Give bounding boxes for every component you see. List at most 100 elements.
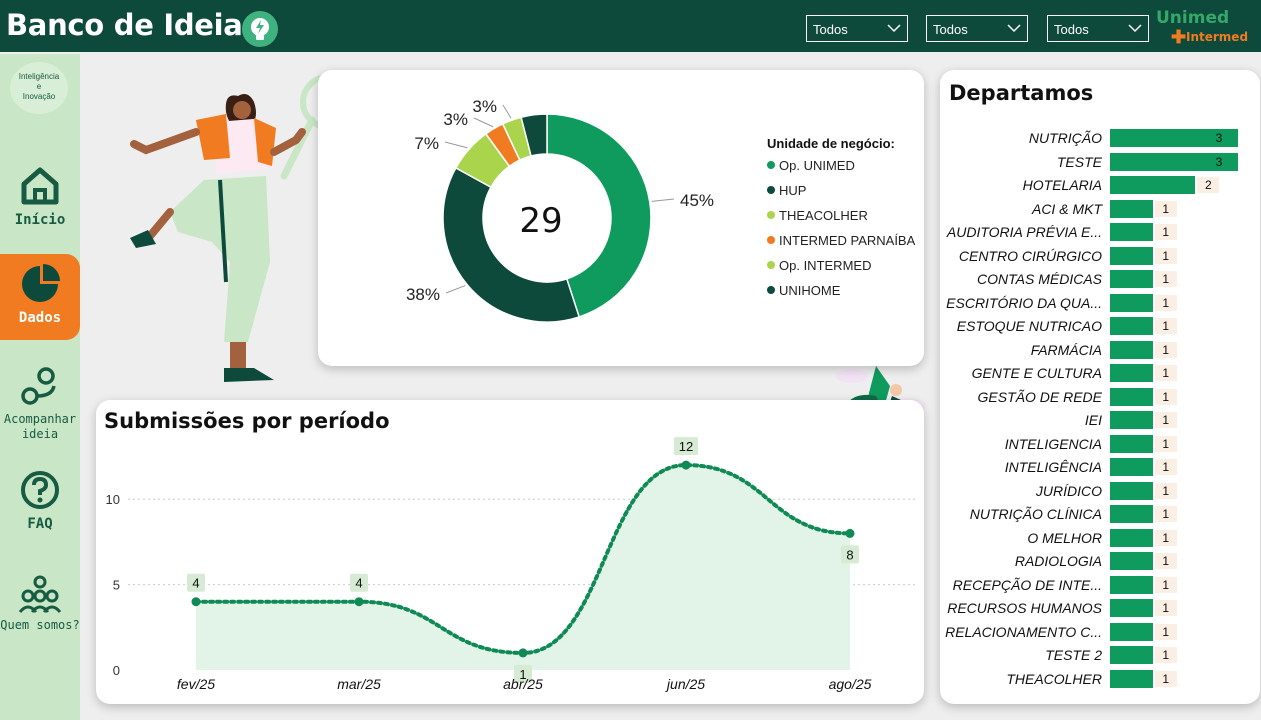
department-row[interactable]: NUTRIÇÃO CLÍNICA 1	[940, 504, 1260, 524]
department-row[interactable]: INTELIGENCIA 1	[940, 434, 1260, 454]
department-row[interactable]: NUTRIÇÃO 3	[940, 128, 1260, 148]
department-row[interactable]: RADIOLOGIA 1	[940, 551, 1260, 571]
donut-slice-label: 45%	[680, 191, 714, 210]
department-label: O MELHOR	[1027, 529, 1102, 546]
department-row[interactable]: CENTRO CIRÚRGICO 1	[940, 246, 1260, 266]
department-value: 2	[1197, 177, 1220, 193]
legend-label: HUP	[779, 183, 807, 198]
page-title: Banco de Ideias	[6, 8, 260, 42]
legend-item[interactable]: INTERMED PARNAÍBA	[767, 233, 915, 248]
unimed-logo: Unimed	[1156, 8, 1230, 28]
department-label: RECEPÇÃO DE INTE...	[952, 576, 1102, 593]
data-point[interactable]	[191, 597, 201, 607]
department-label: THEACOLHER	[1006, 670, 1102, 687]
department-value: 1	[1154, 412, 1177, 428]
header-bar: Banco de Ideias Todos Todos Todos Unimed…	[0, 0, 1261, 52]
department-row[interactable]: GESTÃO DE REDE 1	[940, 387, 1260, 407]
legend-item[interactable]: Op. INTERMED	[767, 258, 871, 273]
department-value: 1	[1154, 647, 1177, 663]
department-value: 1	[1154, 553, 1177, 569]
department-row[interactable]: RECEPÇÃO DE INTE... 1	[940, 575, 1260, 595]
department-value: 1	[1154, 670, 1177, 687]
legend-dot-icon	[767, 186, 775, 194]
department-row[interactable]: AUDITORIA PRÉVIA E... 1	[940, 222, 1260, 242]
department-row[interactable]: ESCRITÓRIO DA QUA... 1	[940, 293, 1260, 313]
data-point[interactable]	[681, 460, 691, 470]
donut-slice[interactable]	[442, 166, 581, 323]
intermed-logo: Intermed	[1186, 30, 1249, 44]
legend-item[interactable]: THEACOLHER	[767, 208, 868, 223]
department-label: RADIOLOGIA	[1014, 553, 1102, 569]
department-row[interactable]: RECURSOS HUMANOS 1	[940, 598, 1260, 618]
legend-item[interactable]: HUP	[767, 183, 806, 198]
donut-slice-label: 3%	[443, 110, 468, 129]
filter-dropdown-3[interactable]: Todos	[1047, 15, 1149, 42]
department-row[interactable]: ACI & MKT 1	[940, 199, 1260, 219]
department-bar	[1110, 223, 1153, 241]
nav-quem-somos-label: Quem somos?	[0, 618, 80, 632]
data-point[interactable]	[845, 528, 855, 538]
department-label: IEI	[1084, 412, 1102, 428]
department-label: JURÍDICO	[1035, 482, 1102, 499]
legend-item[interactable]: Op. UNIMED	[767, 158, 855, 173]
department-label: CONTAS MÉDICAS	[977, 271, 1102, 287]
data-point[interactable]	[354, 597, 364, 607]
donut-chart: 29 45%38%7%3%3%	[406, 97, 714, 323]
nav-faq[interactable]: FAQ	[0, 468, 80, 546]
nav-inicio[interactable]: Início	[0, 160, 80, 238]
nav-faq-label: FAQ	[27, 516, 53, 532]
logo-line-3: Inovação	[22, 92, 56, 101]
departments-card: Departamos NUTRIÇÃO 3 TESTE 3 HOTELARIA 2 ACI …	[940, 70, 1260, 704]
department-bar	[1110, 599, 1153, 617]
legend-dot-icon	[767, 161, 775, 169]
department-row[interactable]: IEI 1	[940, 410, 1260, 430]
department-row[interactable]: JURÍDICO 1	[940, 481, 1260, 501]
department-row[interactable]: GENTE E CULTURA 1	[940, 363, 1260, 383]
y-tick-label: 5	[113, 578, 120, 593]
department-label: FARMÁCIA	[1030, 341, 1102, 358]
department-value: 3	[1215, 154, 1223, 169]
nav-dados[interactable]: Dados	[0, 254, 80, 340]
filter-dropdown-2[interactable]: Todos	[926, 15, 1028, 42]
pie-chart-icon	[22, 264, 60, 302]
track-icon	[21, 367, 56, 405]
department-value: 1	[1154, 506, 1177, 522]
data-point[interactable]	[518, 648, 528, 658]
department-row[interactable]: O MELHOR 1	[940, 528, 1260, 548]
department-row[interactable]: ESTOQUE NUTRICAO 1	[940, 316, 1260, 336]
legend-title: Unidade de negócio:	[767, 136, 895, 151]
sidebar: Inteligência e Inovação Início Dados Aco…	[0, 54, 80, 720]
department-row[interactable]: CONTAS MÉDICAS 1	[940, 269, 1260, 289]
department-bar	[1110, 364, 1153, 382]
department-bar	[1110, 293, 1153, 312]
department-row[interactable]: RELACIONAMENTO C... 1	[940, 622, 1260, 642]
legend-item[interactable]: UNIHOME	[767, 283, 840, 298]
nav-quem-somos[interactable]: Quem somos?	[0, 574, 80, 654]
nav-acompanhar-ideia[interactable]: Acompanhar ideia	[0, 366, 80, 442]
data-label: 4	[355, 576, 362, 591]
chevron-down-icon	[1128, 24, 1142, 33]
donut-center-value: 29	[519, 201, 562, 241]
legend-dot-icon	[767, 261, 775, 269]
donut-card: 29 45% 38% 7% 3% 3% Unidade de negócio: Op. …	[318, 70, 924, 366]
department-bar	[1110, 481, 1153, 500]
department-value: 1	[1154, 600, 1177, 616]
x-tick-label: fev/25	[177, 676, 215, 692]
innovation-logo: Inteligência e Inovação	[10, 62, 68, 114]
area-fill	[196, 465, 850, 670]
department-label: AUDITORIA PRÉVIA E...	[946, 224, 1102, 240]
department-row[interactable]: TESTE 2 1	[940, 645, 1260, 665]
department-bar	[1110, 340, 1153, 359]
department-row[interactable]: TESTE 3	[940, 152, 1260, 172]
data-label: 12	[679, 439, 693, 454]
department-value: 1	[1154, 623, 1177, 640]
department-row[interactable]: HOTELARIA 2	[940, 175, 1260, 195]
department-row[interactable]: THEACOLHER 1	[940, 669, 1260, 689]
department-bar	[1110, 669, 1153, 688]
lightbulb-icon	[242, 11, 278, 47]
department-row[interactable]: FARMÁCIA 1	[940, 340, 1260, 360]
department-row[interactable]: INTELIGÊNCIA 1	[940, 457, 1260, 477]
x-tick-label: abr/25	[503, 676, 543, 692]
filter-dropdown-1[interactable]: Todos	[806, 15, 908, 42]
nav-inicio-label: Início	[14, 212, 66, 228]
